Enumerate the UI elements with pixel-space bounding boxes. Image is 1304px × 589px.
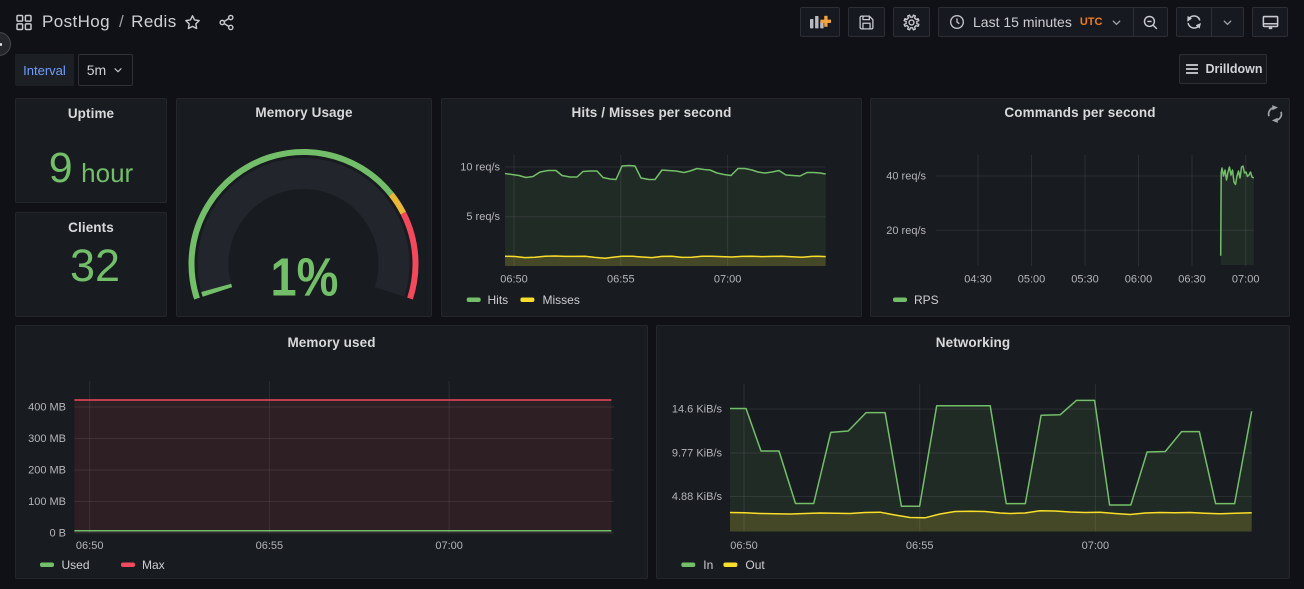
svg-text:06:50: 06:50 <box>730 540 758 552</box>
svg-text:05:00: 05:00 <box>1018 274 1046 286</box>
svg-text:RPS: RPS <box>914 293 939 307</box>
svg-text:06:55: 06:55 <box>906 540 934 552</box>
svg-text:06:50: 06:50 <box>76 540 104 552</box>
svg-text:0 B: 0 B <box>49 528 66 540</box>
svg-text:Misses: Misses <box>543 293 580 307</box>
svg-text:06:30: 06:30 <box>1178 274 1206 286</box>
svg-text:05:30: 05:30 <box>1071 274 1099 286</box>
svg-text:07:00: 07:00 <box>714 274 742 286</box>
svg-text:07:00: 07:00 <box>1232 274 1260 286</box>
svg-text:07:00: 07:00 <box>1082 540 1110 552</box>
svg-text:14.6 KiB/s: 14.6 KiB/s <box>672 404 723 416</box>
svg-text:9.77 KiB/s: 9.77 KiB/s <box>672 448 723 460</box>
svg-text:Hits: Hits <box>488 293 509 307</box>
svg-text:06:55: 06:55 <box>607 274 635 286</box>
svg-text:06:50: 06:50 <box>500 274 528 286</box>
svg-text:300 MB: 300 MB <box>28 433 66 445</box>
svg-text:Out: Out <box>745 558 765 572</box>
svg-text:Used: Used <box>62 558 90 572</box>
svg-text:07:00: 07:00 <box>435 540 463 552</box>
svg-text:400 MB: 400 MB <box>28 402 66 414</box>
svg-text:5 req/s: 5 req/s <box>466 211 500 223</box>
svg-text:04:30: 04:30 <box>964 274 992 286</box>
svg-text:1%: 1% <box>270 246 338 307</box>
svg-text:40 req/s: 40 req/s <box>886 171 926 183</box>
svg-text:100 MB: 100 MB <box>28 496 66 508</box>
svg-text:200 MB: 200 MB <box>28 465 66 477</box>
svg-text:In: In <box>703 558 713 572</box>
svg-text:20 req/s: 20 req/s <box>886 225 926 237</box>
svg-text:Max: Max <box>142 558 165 572</box>
svg-text:06:00: 06:00 <box>1125 274 1153 286</box>
svg-text:4.88 KiB/s: 4.88 KiB/s <box>672 491 723 503</box>
svg-text:06:55: 06:55 <box>256 540 284 552</box>
svg-text:10 req/s: 10 req/s <box>460 162 500 174</box>
